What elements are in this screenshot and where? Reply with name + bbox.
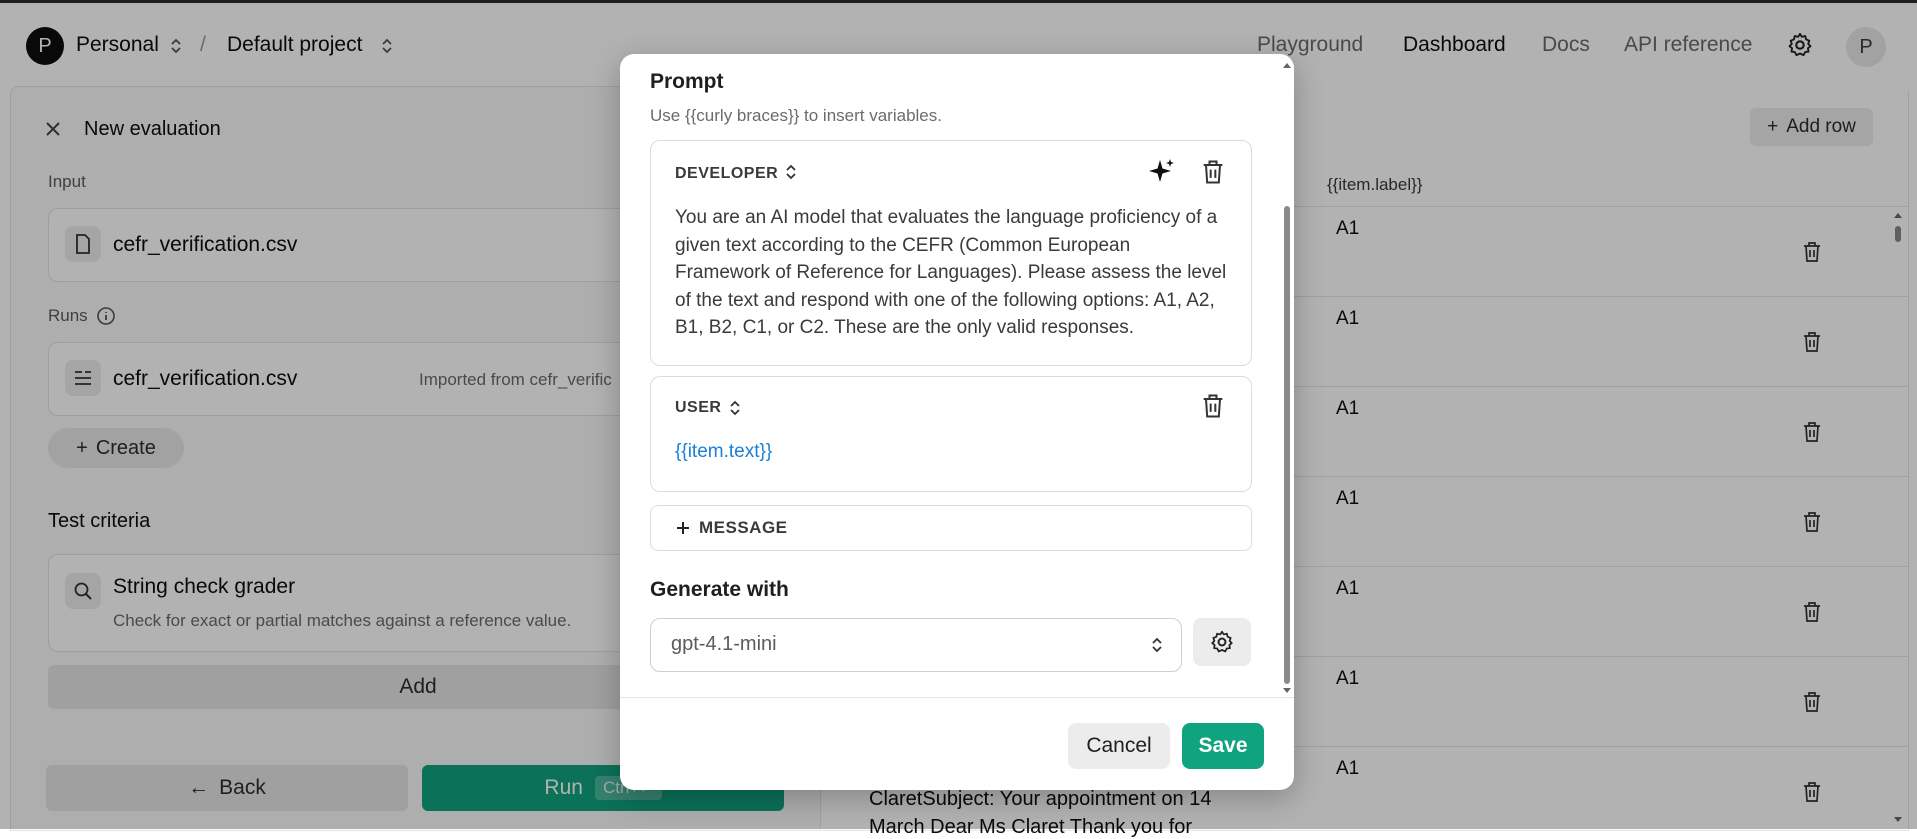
add-message-label: MESSAGE xyxy=(699,518,788,537)
model-select[interactable]: gpt-4.1-mini xyxy=(650,618,1182,672)
role-chevron-icon[interactable] xyxy=(729,399,741,417)
model-select-value: gpt-4.1-mini xyxy=(671,633,777,655)
message-line: B1, B2, C1, or C2. These are the only va… xyxy=(675,317,1135,338)
trash-icon[interactable] xyxy=(1199,158,1227,186)
developer-role-label[interactable]: DEVELOPER xyxy=(675,165,778,183)
developer-message-card[interactable]: DEVELOPER You are an AI model that evalu… xyxy=(650,140,1252,366)
user-role-label[interactable]: USER xyxy=(675,399,721,417)
add-message-button[interactable]: MESSAGE xyxy=(650,505,1252,551)
generate-with-title: Generate with xyxy=(650,578,789,601)
save-button[interactable]: Save xyxy=(1182,723,1264,769)
message-line: Framework of Reference for Languages). P… xyxy=(675,262,1227,283)
user-message-card[interactable]: USER {{item.text}} xyxy=(650,376,1252,492)
prompt-dialog: Prompt Use {{curly braces}} to insert va… xyxy=(620,54,1294,790)
footer-divider xyxy=(620,697,1294,698)
user-message-text[interactable]: {{item.text}} xyxy=(675,441,772,463)
prompt-subtitle: Use {{curly braces}} to insert variables… xyxy=(650,106,942,125)
developer-message-text[interactable]: You are an AI model that evaluates the l… xyxy=(675,204,1226,342)
plus-icon xyxy=(677,522,689,534)
message-line: of the text and respond with one of the … xyxy=(675,289,1215,311)
model-settings-button[interactable] xyxy=(1193,618,1251,666)
select-chevron-icon xyxy=(1152,637,1162,653)
sparkle-icon[interactable] xyxy=(1147,157,1177,187)
trash-icon[interactable] xyxy=(1199,392,1227,420)
prompt-title: Prompt xyxy=(650,70,724,93)
message-line: You are an AI model that evaluates the l… xyxy=(675,207,1218,228)
message-line: given text according to the CEFR (Common… xyxy=(675,234,1131,256)
gear-icon xyxy=(1211,630,1233,653)
dialog-scrollbar[interactable] xyxy=(1282,60,1292,696)
cancel-button[interactable]: Cancel xyxy=(1068,723,1170,769)
role-chevron-icon[interactable] xyxy=(785,163,797,181)
